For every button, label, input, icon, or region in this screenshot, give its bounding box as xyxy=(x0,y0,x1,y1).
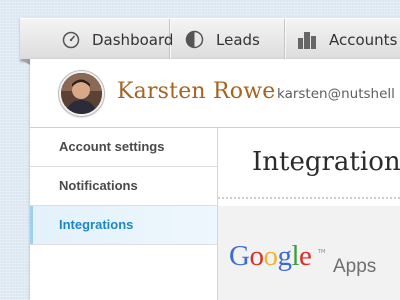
top-navigation: Dashboard Leads Accounts xyxy=(20,18,400,61)
profile-header: Karsten Rowe karsten@nutshell xyxy=(30,59,400,128)
google-logo: Google xyxy=(229,240,312,272)
sidebar-item-label: Notifications xyxy=(59,178,138,193)
sidebar-item-integrations[interactable]: Integrations xyxy=(30,206,217,245)
user-email: karsten@nutshell xyxy=(277,86,395,102)
speedometer-icon xyxy=(62,31,80,49)
nav-accounts[interactable]: Accounts xyxy=(285,19,397,60)
sidebar-item-label: Account settings xyxy=(59,139,165,154)
nav-dashboard[interactable]: Dashboard xyxy=(20,19,174,60)
settings-sidebar: Account settings Notifications Integrati… xyxy=(30,128,218,300)
sidebar-item-notifications[interactable]: Notifications xyxy=(30,167,217,206)
user-name: Karsten Rowe xyxy=(117,79,276,104)
nav-dashboard-label: Dashboard xyxy=(92,30,174,49)
sidebar-item-account-settings[interactable]: Account settings xyxy=(30,128,217,167)
nav-leads-label: Leads xyxy=(216,30,260,49)
buildings-icon xyxy=(297,31,317,49)
avatar[interactable] xyxy=(59,71,104,116)
page-title: Integrations xyxy=(252,147,400,177)
nav-accounts-label: Accounts xyxy=(329,30,398,49)
title-divider xyxy=(218,197,400,199)
sidebar-item-label: Integrations xyxy=(59,217,134,232)
google-apps-suffix: Apps xyxy=(333,256,377,277)
trademark-mark: TM xyxy=(318,249,326,255)
nav-leads[interactable]: Leads xyxy=(170,19,285,60)
pie-chart-icon xyxy=(185,30,204,49)
